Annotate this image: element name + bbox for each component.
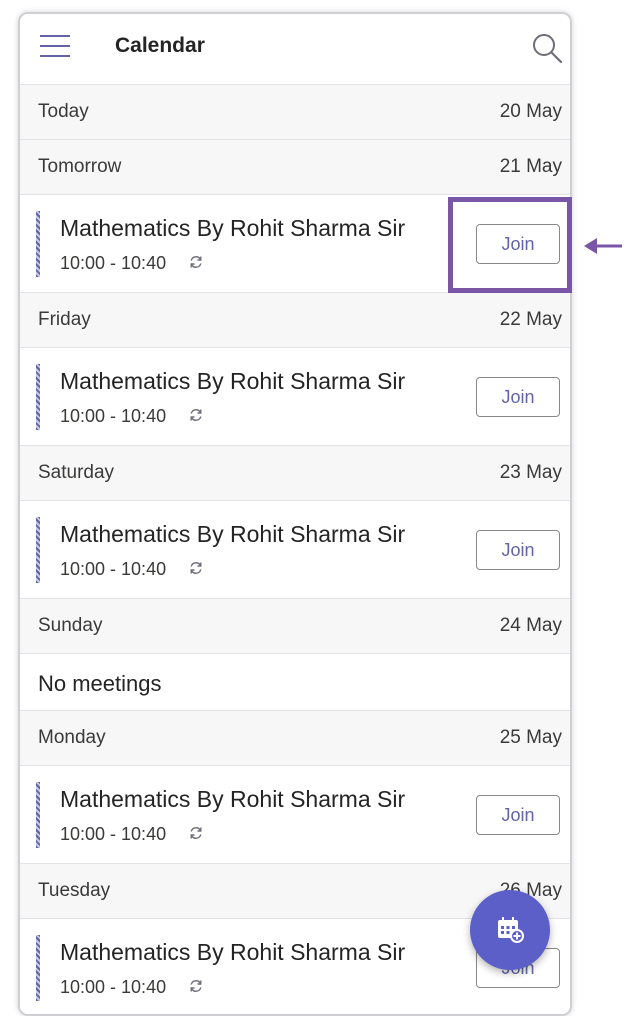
- meeting-item[interactable]: Mathematics By Rohit Sharma Sir 10:00 - …: [20, 348, 570, 446]
- day-header-saturday: Saturday 23 May: [20, 446, 570, 501]
- meeting-color-bar: [36, 211, 40, 277]
- annotation-highlight-box: [448, 197, 572, 293]
- day-date: 25 May: [499, 727, 562, 748]
- recurring-icon: [190, 827, 202, 839]
- meeting-time: 10:00 - 10:40: [60, 559, 167, 579]
- meeting-color-bar: [36, 782, 40, 848]
- phone-frame: Calendar Today 20 May Tomorrow 21 May Ma…: [18, 12, 572, 1016]
- meeting-color-bar: [36, 364, 40, 430]
- hamburger-menu-icon[interactable]: [40, 34, 70, 58]
- day-name: Monday: [38, 727, 106, 748]
- recurring-icon: [190, 980, 202, 992]
- day-name: Friday: [38, 309, 91, 330]
- day-header-tomorrow: Tomorrow 21 May: [20, 140, 570, 195]
- day-date: 21 May: [499, 156, 562, 177]
- meeting-title: Mathematics By Rohit Sharma Sir: [60, 368, 406, 394]
- meeting-time: 10:00 - 10:40: [60, 977, 167, 997]
- day-name: Saturday: [38, 462, 115, 483]
- page-title: Calendar: [115, 34, 205, 57]
- meeting-title: Mathematics By Rohit Sharma Sir: [60, 786, 406, 812]
- meeting-item[interactable]: Mathematics By Rohit Sharma Sir 10:00 - …: [20, 766, 570, 864]
- no-meetings-text: No meetings: [38, 671, 162, 696]
- day-header-friday: Friday 22 May: [20, 293, 570, 348]
- day-name: Today: [38, 101, 89, 122]
- meeting-item[interactable]: Mathematics By Rohit Sharma Sir 10:00 - …: [20, 501, 570, 599]
- recurring-icon: [190, 409, 202, 421]
- join-button[interactable]: Join: [476, 530, 560, 570]
- meeting-title: Mathematics By Rohit Sharma Sir: [60, 521, 406, 547]
- join-button[interactable]: Join: [476, 377, 560, 417]
- day-name: Sunday: [38, 615, 103, 636]
- recurring-icon: [190, 562, 202, 574]
- day-date: 20 May: [499, 101, 562, 122]
- new-meeting-fab[interactable]: [470, 890, 550, 970]
- day-header-sunday: Sunday 24 May: [20, 599, 570, 654]
- recurring-icon: [190, 256, 202, 268]
- meeting-title: Mathematics By Rohit Sharma Sir: [60, 215, 406, 241]
- day-date: 22 May: [499, 309, 562, 330]
- meeting-color-bar: [36, 935, 40, 1001]
- day-date: 23 May: [499, 462, 562, 483]
- meeting-time: 10:00 - 10:40: [60, 824, 167, 844]
- meeting-time: 10:00 - 10:40: [60, 406, 167, 426]
- meeting-time: 10:00 - 10:40: [60, 253, 167, 273]
- no-meetings-row: No meetings: [20, 654, 570, 711]
- meeting-title: Mathematics By Rohit Sharma Sir: [60, 939, 406, 965]
- new-meeting-calendar-icon: [498, 917, 524, 943]
- day-name: Tuesday: [38, 880, 111, 901]
- day-date: 24 May: [499, 615, 562, 636]
- search-icon[interactable]: [530, 31, 564, 65]
- app-header: Calendar: [20, 14, 570, 85]
- left-arrow-icon: [584, 238, 622, 254]
- day-header-monday: Monday 25 May: [20, 711, 570, 766]
- day-header-today: Today 20 May: [20, 85, 570, 140]
- join-button[interactable]: Join: [476, 795, 560, 835]
- day-name: Tomorrow: [38, 156, 122, 177]
- meeting-color-bar: [36, 517, 40, 583]
